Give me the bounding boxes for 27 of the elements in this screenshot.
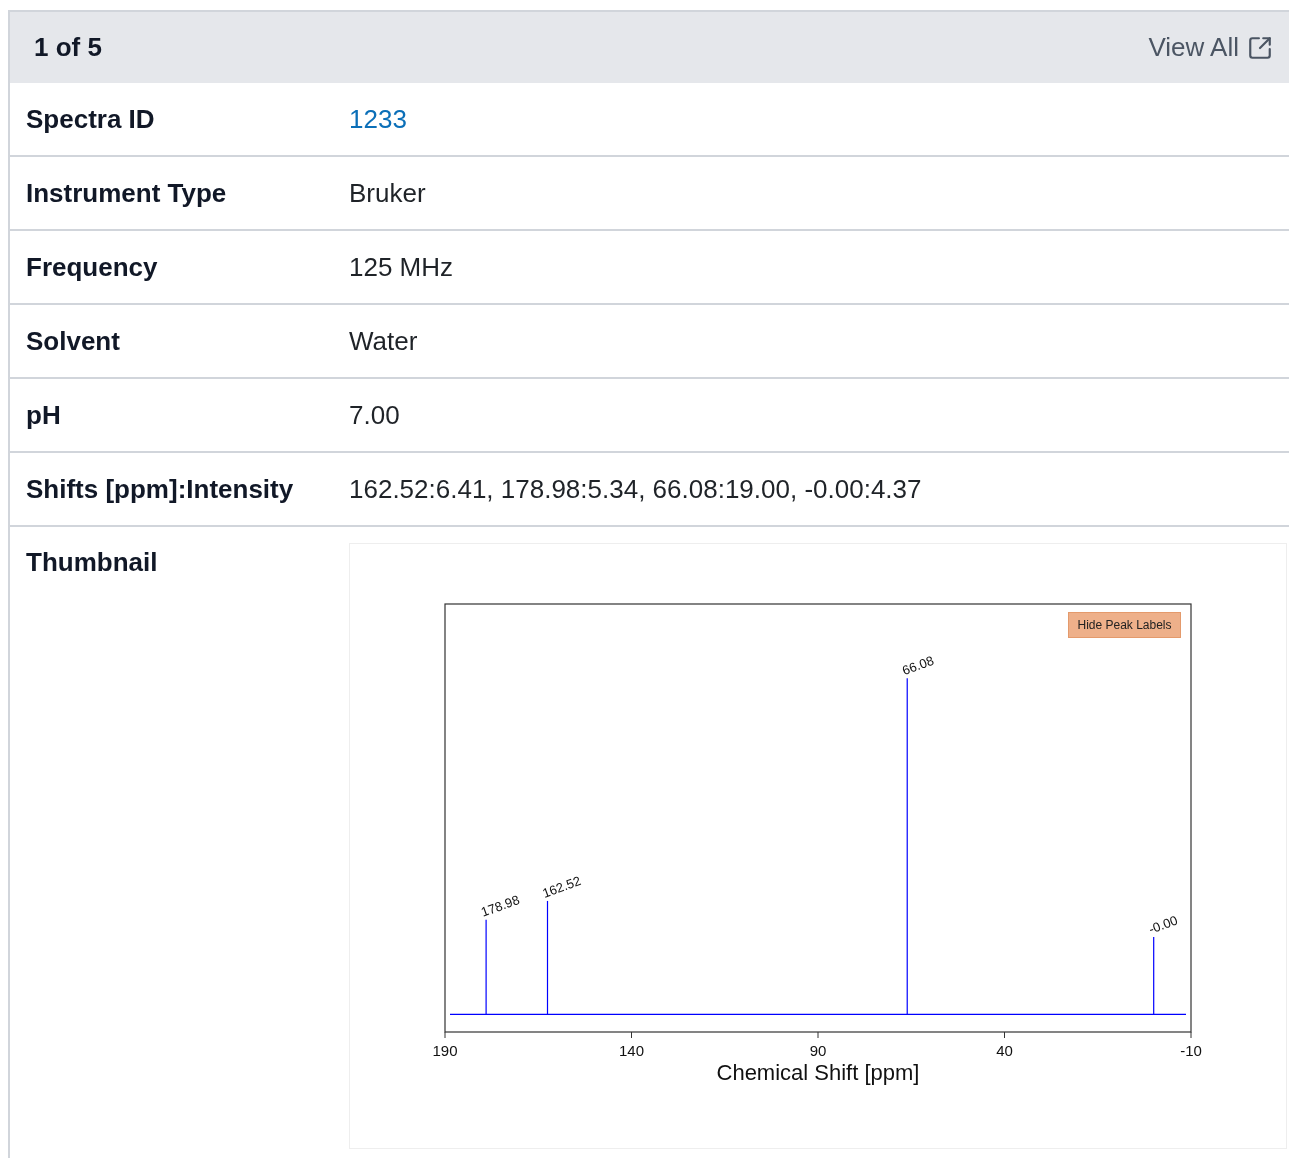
row-label: Thumbnail xyxy=(25,546,159,579)
row-value: 7.00 xyxy=(349,398,400,432)
peak-label: 178.98 xyxy=(479,892,522,920)
row-label: Frequency xyxy=(25,250,159,284)
tick-label: 190 xyxy=(432,1042,458,1059)
hide-peak-labels-button[interactable]: Hide Peak Labels xyxy=(1068,612,1181,638)
peak-label: 162.52 xyxy=(540,873,583,901)
row-label: Instrument Type xyxy=(25,176,228,210)
row-value: 125 MHz xyxy=(349,250,454,284)
peak-label: -0.00 xyxy=(1146,912,1180,937)
axis-title: Chemical Shift [ppm] xyxy=(716,1060,920,1085)
row-value: Bruker xyxy=(349,176,426,210)
row-label: Solvent xyxy=(25,324,121,358)
row-label: Spectra ID xyxy=(25,102,156,136)
tick-label: -10 xyxy=(1180,1042,1202,1059)
tick-label: 40 xyxy=(996,1042,1013,1059)
external-link-icon xyxy=(1247,34,1273,61)
pager-text: 1 of 5 xyxy=(34,31,102,64)
view-all-link[interactable]: View All xyxy=(1148,28,1273,67)
row-label: Shifts [ppm]:Intensity xyxy=(25,472,295,506)
row-value: 162.52:6.41, 178.98:5.34, 66.08:19.00, -0.00:4.37 xyxy=(349,472,922,506)
tick-label: 140 xyxy=(619,1042,644,1059)
tick-label: 90 xyxy=(809,1042,827,1059)
row-label: pH xyxy=(25,398,62,432)
row-value: Water xyxy=(349,324,418,358)
peak-label: 66.08 xyxy=(900,652,936,679)
spectra-id-link[interactable]: 1233 xyxy=(349,99,407,139)
